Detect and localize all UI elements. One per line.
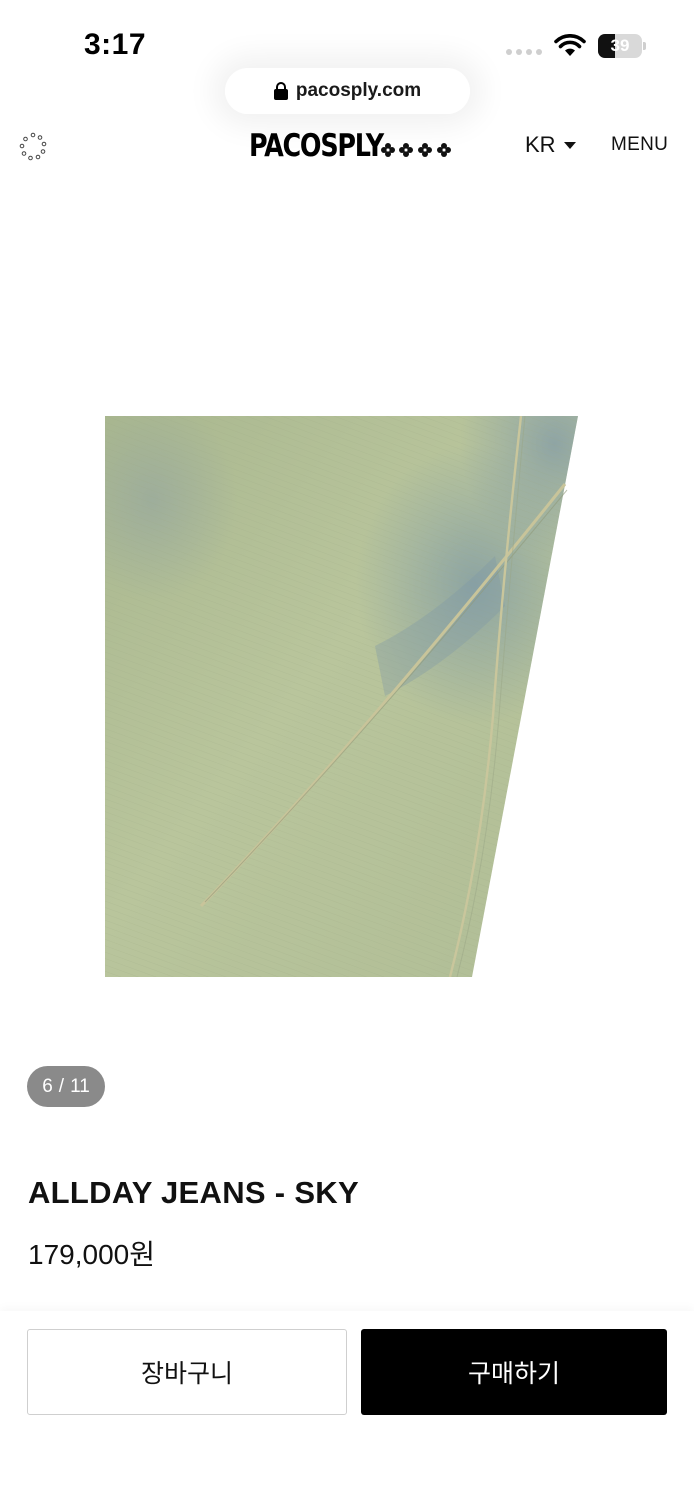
url-text: pacosply.com [295, 80, 422, 101]
product-price: 179,000원 [28, 1239, 155, 1270]
url-bar[interactable]: pacosply.com [225, 68, 470, 114]
buy-now-button[interactable]: 구매하기 [361, 1329, 667, 1415]
language-label: KR [525, 132, 556, 157]
counter-current: 6 [42, 1075, 53, 1097]
battery-level: 39 [610, 36, 630, 55]
caret-down-icon [563, 141, 576, 149]
cellular-signal-icon [506, 49, 542, 55]
battery-icon: 39 [598, 34, 646, 58]
flower-ornament-icon [379, 142, 453, 158]
lock-icon [273, 82, 288, 100]
product-image[interactable] [105, 416, 578, 977]
add-to-cart-button[interactable]: 장바구니 [27, 1329, 347, 1415]
site-logo[interactable]: PACOSPLY [249, 128, 451, 164]
counter-separator: / [58, 1075, 65, 1097]
menu-button[interactable]: MENU [611, 134, 668, 156]
status-time: 3:17 [84, 28, 147, 61]
site-header: PACOSPLY KR MENU [0, 118, 694, 180]
loading-spinner-icon[interactable] [18, 132, 48, 162]
counter-total: 11 [70, 1075, 90, 1097]
product-name: ALLDAY JEANS - SKY [28, 1175, 359, 1210]
wifi-icon [554, 34, 586, 56]
language-selector[interactable]: KR [525, 132, 576, 158]
logo-text: PACOSPLY [249, 128, 384, 164]
image-counter: 6 / 11 [27, 1066, 105, 1107]
bottom-action-bar: 장바구니 구매하기 [0, 1311, 694, 1500]
